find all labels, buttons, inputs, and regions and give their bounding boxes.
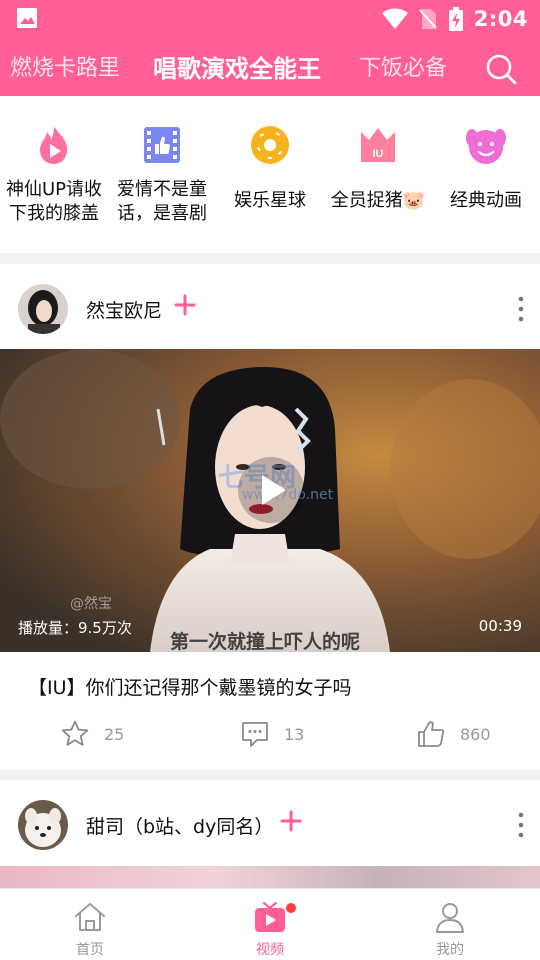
avatar-image <box>18 800 68 850</box>
category-label-line: 神仙UP请收 <box>5 179 103 200</box>
status-icons: 2:04 <box>381 6 528 32</box>
video-subtitle: 第一次就撞上吓人的呢 <box>170 631 361 652</box>
tab-sing-act[interactable]: 唱歌演戏全能王 <box>153 38 321 96</box>
favorite-button[interactable]: 25 <box>60 714 124 754</box>
notification-dot <box>286 903 296 913</box>
category-label-line: 下我的膝盖 <box>9 203 99 224</box>
thumbs-up-icon <box>418 721 445 747</box>
cartoon-face-icon <box>466 129 506 164</box>
nav-video[interactable]: 视频 <box>180 889 360 960</box>
search-icon[interactable] <box>484 52 518 86</box>
play-icon[interactable] <box>236 455 306 525</box>
follow-plus-icon[interactable] <box>174 294 196 316</box>
category-item[interactable]: 经典动画 <box>432 96 540 253</box>
category-label: 经典动画 <box>450 190 522 211</box>
category-label: 爱情不是童 话，是喜剧 <box>108 178 216 226</box>
wifi-icon <box>381 8 408 29</box>
clock: 2:04 <box>473 7 528 31</box>
video-card: 甜司（b站、dy同名） <box>0 780 540 896</box>
category-row: 神仙UP请收 下我的膝盖 爱情不是童 话，是喜剧 娱乐星球 IU 全员捉猪🐷 经… <box>0 96 540 253</box>
bottom-nav: 首页 视频 我的 <box>0 888 540 960</box>
category-item[interactable]: IU 全员捉猪🐷 <box>324 96 432 253</box>
nav-label: 视频 <box>256 942 284 958</box>
category-label: 神仙UP请收 下我的膝盖 <box>0 178 108 226</box>
category-item[interactable]: 爱情不是童 话，是喜剧 <box>108 96 216 253</box>
author-name[interactable]: 甜司（b站、dy同名） <box>86 812 273 839</box>
category-label-line: 话，是喜剧 <box>117 203 207 224</box>
author-name[interactable]: 然宝欧尼 <box>86 296 162 323</box>
svg-text:IU: IU <box>373 148 384 160</box>
category-label: 娱乐星球 <box>234 190 306 211</box>
avatar[interactable] <box>18 284 68 334</box>
video-credit: @然宝 <box>70 596 112 612</box>
more-options-icon[interactable] <box>518 296 524 322</box>
star-icon <box>61 720 89 746</box>
nav-profile[interactable]: 我的 <box>360 889 540 960</box>
avatar-image <box>18 284 68 334</box>
flame-play-icon <box>40 126 68 164</box>
status-bar: 2:04 <box>0 0 540 38</box>
home-icon <box>75 903 105 931</box>
tab-burn-calories[interactable]: 燃烧卡路里 <box>10 38 120 96</box>
nav-label: 首页 <box>76 942 104 958</box>
follow-plus-icon[interactable] <box>280 810 302 832</box>
crown-box-icon: IU <box>361 128 395 162</box>
more-options-icon[interactable] <box>518 812 524 838</box>
film-like-icon <box>144 127 180 163</box>
category-item[interactable]: 神仙UP请收 下我的膝盖 <box>0 96 108 253</box>
category-label: 全员捉猪🐷 <box>330 190 426 211</box>
nav-home[interactable]: 首页 <box>0 889 180 960</box>
like-button[interactable]: 860 <box>416 714 491 754</box>
user-icon <box>436 903 464 933</box>
comment-count: 13 <box>284 724 305 744</box>
top-tab-bar: 燃烧卡路里 唱歌演戏全能王 下饭必备 <box>0 38 540 96</box>
tab-meal-companion[interactable]: 下饭必备 <box>359 38 447 96</box>
comment-icon <box>242 722 268 747</box>
category-label-line: 爱情不是童 <box>117 179 207 200</box>
battery-charging-icon <box>448 7 463 31</box>
favorite-count: 25 <box>104 724 125 744</box>
avatar[interactable] <box>18 800 68 850</box>
play-count: 播放量：9.5万次 <box>18 619 132 637</box>
like-count: 860 <box>460 724 491 744</box>
gallery-notification-icon <box>17 8 37 28</box>
comment-button[interactable]: 13 <box>240 714 304 754</box>
donut-icon <box>251 126 289 164</box>
no-sim-icon <box>419 9 437 29</box>
nav-label: 我的 <box>436 942 464 958</box>
video-title[interactable]: 【IU】你们还记得那个戴墨镜的女子吗 <box>28 673 352 700</box>
tv-play-icon <box>255 901 285 932</box>
action-bar: 25 13 860 <box>0 714 540 754</box>
category-item[interactable]: 娱乐星球 <box>216 96 324 253</box>
video-player[interactable]: 七号网 www.7do.net @然宝 第一次就撞上吓人的呢 播放量：9.5万次… <box>0 349 540 652</box>
video-card: 然宝欧尼 @然宝 第一次就撞上吓人的呢 播放量：9.5万次 00:39 【IU】… <box>0 264 540 770</box>
video-duration: 00:39 <box>478 617 522 635</box>
